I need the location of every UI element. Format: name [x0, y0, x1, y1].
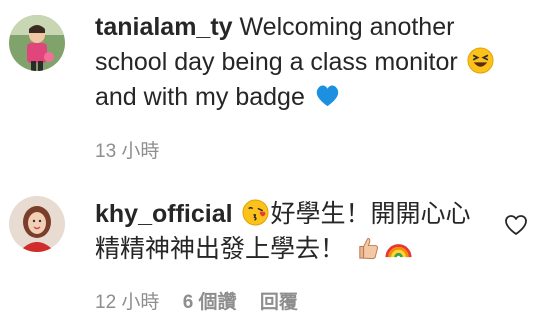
thumbs-up-emoji-icon: [354, 234, 381, 261]
reply-button[interactable]: 回覆: [260, 292, 298, 313]
comment-username[interactable]: khy_official: [95, 200, 233, 228]
blue-heart-emoji-icon: [314, 82, 341, 109]
squinting-face-emoji-icon: [467, 47, 494, 74]
comment-meta: 12 小時 6 個讚 回覆: [95, 287, 316, 314]
comment-body-continued: 精精神神出發上學去！: [95, 235, 346, 263]
comment-timestamp[interactable]: 12 小時: [95, 292, 159, 313]
comment-meta: 13 小時: [95, 136, 177, 163]
rainbow-emoji-icon: [385, 234, 412, 261]
comment-timestamp[interactable]: 13 小時: [95, 141, 159, 162]
comment-likes-count[interactable]: 6 個讚: [183, 292, 237, 313]
comment-body: 好學生！開開心心: [270, 200, 471, 228]
like-heart-icon[interactable]: [504, 214, 528, 236]
comment-username[interactable]: tanialam_ty: [95, 13, 233, 41]
face-blowing-kiss-emoji-icon: [241, 199, 269, 226]
avatar[interactable]: [9, 15, 65, 71]
comment-body-continued: and with my badge: [95, 83, 305, 111]
comment-text: khy_official 好學生！開開心心 精精神神出發上學去！: [95, 197, 495, 267]
comment-text: tanialam_ty Welcoming another school day…: [95, 10, 525, 115]
avatar[interactable]: [9, 196, 65, 252]
comments-list: tanialam_ty Welcoming another school day…: [0, 0, 537, 327]
